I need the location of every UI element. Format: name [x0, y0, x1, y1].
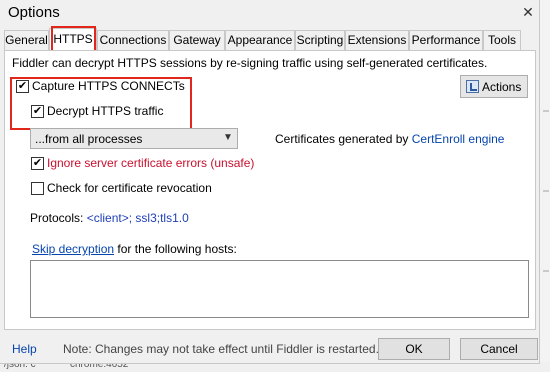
ok-button[interactable]: OK	[378, 338, 450, 360]
tab-scripting[interactable]: Scripting	[295, 30, 345, 50]
tab-performance[interactable]: Performance	[409, 30, 483, 50]
restart-note: Note: Changes may not take effect until …	[63, 342, 379, 356]
dialog-title: Options	[8, 4, 60, 21]
background-window-edge	[540, 0, 550, 372]
intro-text: Fiddler can decrypt HTTPS sessions by re…	[12, 56, 488, 70]
decrypt-https-label[interactable]: Decrypt HTTPS traffic	[47, 104, 163, 118]
skip-decryption-suffix: for the following hosts:	[117, 242, 237, 256]
process-filter-select[interactable]: ...from all processes ▼	[30, 128, 238, 149]
tab-general[interactable]: General	[4, 30, 49, 50]
tab-tools[interactable]: Tools	[483, 30, 521, 50]
close-icon[interactable]: ✕	[518, 2, 538, 22]
skip-decryption-line: Skip decryption for the following hosts:	[32, 242, 237, 256]
cert-engine-link[interactable]: CertEnroll engine	[412, 132, 505, 146]
cert-prefix: Certificates generated by	[275, 132, 409, 146]
skip-decryption-link[interactable]: Skip decryption	[32, 242, 114, 256]
protocols-link[interactable]: <client>; ssl3;tls1.0	[87, 211, 189, 225]
cancel-button[interactable]: Cancel	[460, 338, 538, 360]
background-tick	[543, 110, 549, 112]
capture-https-checkbox[interactable]: ✔	[16, 80, 29, 93]
decrypt-https-checkbox[interactable]: ✔	[31, 105, 44, 118]
options-dialog: Options ✕ General HTTPS Connections Gate…	[0, 0, 540, 364]
tab-connections[interactable]: Connections	[97, 30, 169, 50]
actions-label: Actions	[482, 80, 522, 94]
revocation-checkbox[interactable]	[31, 182, 44, 195]
capture-https-label[interactable]: Capture HTTPS CONNECTs	[32, 79, 185, 93]
process-filter-value: ...from all processes	[35, 132, 143, 146]
protocols-label: Protocols:	[30, 211, 84, 225]
ignore-errors-label[interactable]: Ignore server certificate errors (unsafe…	[47, 156, 254, 170]
protocols-line: Protocols: <client>; ssl3;tls1.0	[30, 211, 189, 225]
actions-button[interactable]: Actions	[460, 75, 528, 98]
revocation-label[interactable]: Check for certificate revocation	[47, 181, 212, 195]
tab-gateway[interactable]: Gateway	[169, 30, 225, 50]
actions-icon	[466, 80, 479, 93]
help-link[interactable]: Help	[12, 342, 37, 356]
tab-appearance[interactable]: Appearance	[225, 30, 295, 50]
background-tick	[543, 190, 549, 192]
skip-hosts-textarea[interactable]	[30, 260, 529, 318]
tab-extensions[interactable]: Extensions	[345, 30, 409, 50]
ignore-errors-checkbox[interactable]: ✔	[31, 157, 44, 170]
cert-engine-line: Certificates generated by CertEnroll eng…	[275, 132, 504, 146]
background-tick	[543, 270, 549, 272]
highlight-tab-box	[51, 26, 96, 53]
chevron-down-icon: ▼	[223, 132, 233, 143]
